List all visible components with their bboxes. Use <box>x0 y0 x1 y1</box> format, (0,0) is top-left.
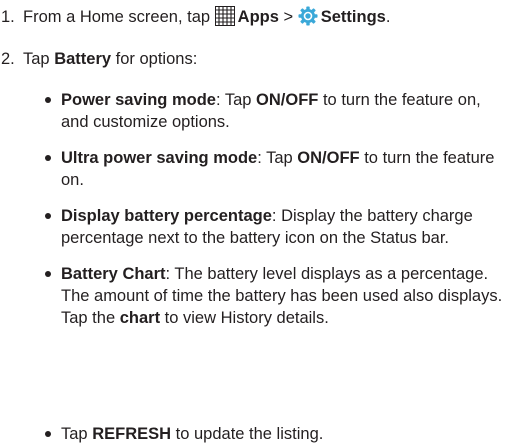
bullet-dot <box>45 431 51 437</box>
list-item-display-battery-percentage: Display battery percentage: Display the … <box>42 205 510 249</box>
settings-gear-icon <box>298 6 318 32</box>
step-2: 2. Tap Battery for options: <box>1 50 198 68</box>
item-term: Ultra power saving mode <box>61 149 258 167</box>
bullet-dot <box>45 155 51 161</box>
bullet-dot <box>45 213 51 219</box>
bullet-dot <box>45 271 51 277</box>
step-number: 1. <box>1 8 15 26</box>
list-item-power-saving: Power saving mode: Tap ON/OFF to turn th… <box>42 89 510 133</box>
list-item-ultra-power-saving: Ultra power saving mode: Tap ON/OFF to t… <box>42 147 510 191</box>
list-item-battery-chart: Battery Chart: The battery level display… <box>42 263 510 329</box>
menu-separator: > <box>283 8 294 26</box>
step-text: From a Home screen, tap <box>23 8 211 26</box>
settings-label: Settings <box>320 8 386 26</box>
item-term: Display battery percentage <box>61 207 272 225</box>
item-term: Power saving mode <box>61 91 216 109</box>
step-1: 1. From a Home screen, tap Apps > Setting… <box>1 6 390 32</box>
bullet-dot <box>45 97 51 103</box>
apps-grid-icon <box>214 6 235 32</box>
apps-label: Apps <box>237 8 279 26</box>
battery-label: Battery <box>54 50 112 68</box>
list-item-refresh: Tap REFRESH to update the listing. <box>42 423 515 445</box>
step-number: 2. <box>1 50 15 68</box>
item-term: Battery Chart <box>61 265 166 283</box>
battery-options-list: Power saving mode: Tap ON/OFF to turn th… <box>42 89 510 443</box>
